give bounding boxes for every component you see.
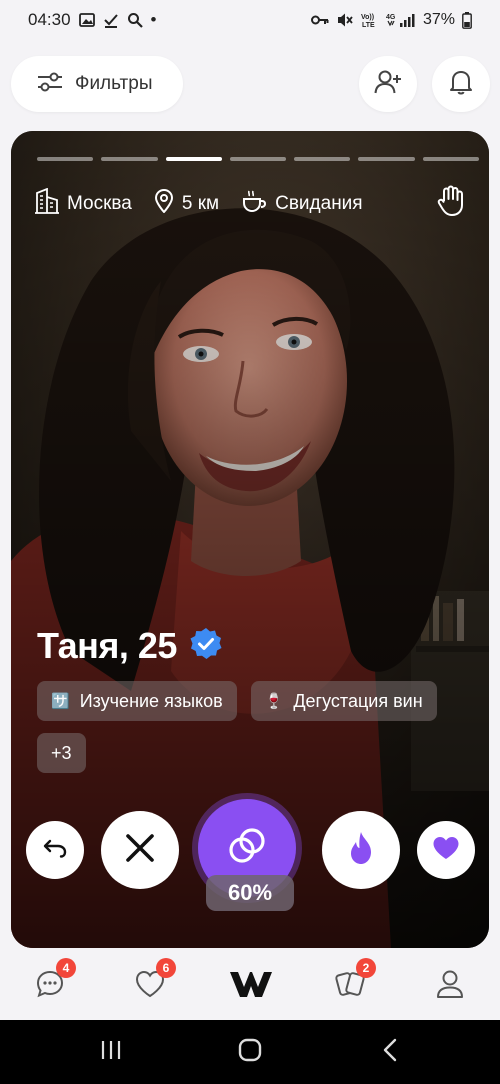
coffee-cup-icon xyxy=(241,189,267,219)
rings-icon xyxy=(225,824,269,873)
chats-badge: 4 xyxy=(56,958,76,978)
tag-label: Изучение языков xyxy=(79,690,223,711)
tag-label: Дегустация вин xyxy=(293,690,423,711)
tab-chats[interactable]: 4 xyxy=(30,958,76,1006)
home-button[interactable] xyxy=(234,1036,266,1068)
back-button[interactable] xyxy=(374,1036,406,1068)
home-circle-icon xyxy=(238,1038,262,1067)
battery-percent: 37% xyxy=(422,11,455,28)
story-segment[interactable] xyxy=(165,157,222,161)
super-like-button[interactable] xyxy=(322,811,400,889)
add-friend-button[interactable] xyxy=(359,56,417,112)
location-pin-icon xyxy=(154,188,174,219)
svg-text:LTE: LTE xyxy=(362,22,375,28)
status-time: 04:30 xyxy=(28,10,71,29)
battery-icon xyxy=(462,11,472,29)
bottom-tab-bar: 4 6 2 xyxy=(0,950,500,1020)
key-icon xyxy=(310,14,329,26)
filters-button[interactable]: Фильтры xyxy=(11,56,183,112)
goal-info: Свидания xyxy=(241,189,363,219)
app-logo-icon xyxy=(229,969,273,1004)
goal-label: Свидания xyxy=(275,193,363,214)
interest-tags: 🈂️ Изучение языков 🍷 Дегустация вин +3 xyxy=(37,681,477,773)
city-label: Москва xyxy=(67,193,132,214)
story-segment[interactable] xyxy=(422,157,479,161)
tag-emoji-icon: 🈂️ xyxy=(51,693,70,710)
name-row: Таня, 25 xyxy=(37,625,223,667)
tag-emoji-icon: 🍷 xyxy=(264,693,284,710)
like-button[interactable] xyxy=(417,821,475,879)
recent-apps-icon xyxy=(100,1040,122,1065)
distance-info: 5 км xyxy=(154,188,220,219)
gallery-icon xyxy=(78,12,95,28)
story-segment[interactable] xyxy=(294,157,351,161)
pairs-badge: 2 xyxy=(356,958,376,978)
story-segment[interactable] xyxy=(229,157,287,161)
download-done-icon xyxy=(103,12,119,28)
verified-badge-icon xyxy=(189,627,223,666)
filters-label: Фильтры xyxy=(75,73,153,94)
status-dot: • xyxy=(150,10,157,29)
svg-text:Vo)): Vo)) xyxy=(361,14,374,21)
close-icon xyxy=(125,833,155,868)
add-person-icon xyxy=(374,69,402,100)
notifications-button[interactable] xyxy=(432,56,490,112)
interest-tag[interactable]: 🈂️ Изучение языков xyxy=(37,681,237,721)
distance-label: 5 км xyxy=(181,193,220,214)
profile-info-row: Москва 5 км Свидания xyxy=(35,185,465,223)
tab-profile[interactable] xyxy=(430,966,470,1006)
compatibility-badge: 60% xyxy=(206,875,294,911)
status-bar: 04:30 • Vo)) LTE 4G 37% xyxy=(0,0,500,40)
4g-signal-icon: 4G xyxy=(386,12,416,28)
building-icon xyxy=(35,187,59,220)
svg-text:4G: 4G xyxy=(386,14,396,21)
person-icon xyxy=(436,969,464,1004)
profile-card[interactable]: Москва 5 км Свидания Таня, 25 🈂️ Изучени… xyxy=(11,131,489,948)
bell-icon xyxy=(449,69,473,100)
mute-icon xyxy=(336,12,354,28)
action-buttons: 60% xyxy=(11,799,489,948)
app-screen: 04:30 • Vo)) LTE 4G 37% Фильтры Москва 5… xyxy=(0,0,500,1084)
story-segment[interactable] xyxy=(358,157,415,161)
dislike-button[interactable] xyxy=(101,811,179,889)
system-nav-bar xyxy=(0,1020,500,1084)
story-progress xyxy=(37,157,479,161)
undo-arrow-icon xyxy=(43,838,67,863)
likes-badge: 6 xyxy=(156,958,176,978)
city-info: Москва xyxy=(35,187,132,220)
heart-icon xyxy=(432,836,460,865)
hand-wave-icon[interactable] xyxy=(437,185,465,223)
tab-home[interactable] xyxy=(228,966,274,1006)
story-segment[interactable] xyxy=(101,157,158,161)
interest-tag[interactable]: +3 xyxy=(37,733,86,773)
back-chevron-icon xyxy=(382,1038,398,1067)
profile-name-age: Таня, 25 xyxy=(37,625,177,666)
undo-button[interactable] xyxy=(26,821,84,879)
tag-label: +3 xyxy=(51,742,72,763)
recent-apps-button[interactable] xyxy=(95,1036,127,1068)
fire-icon xyxy=(346,830,376,871)
search-icon xyxy=(127,12,143,28)
sliders-icon xyxy=(37,71,63,98)
interest-tag[interactable]: 🍷 Дегустация вин xyxy=(250,681,437,721)
story-segment[interactable] xyxy=(37,157,94,161)
tab-likes[interactable]: 6 xyxy=(130,958,176,1006)
volte-icon: Vo)) LTE xyxy=(361,12,379,28)
tab-pairs[interactable]: 2 xyxy=(330,958,376,1006)
